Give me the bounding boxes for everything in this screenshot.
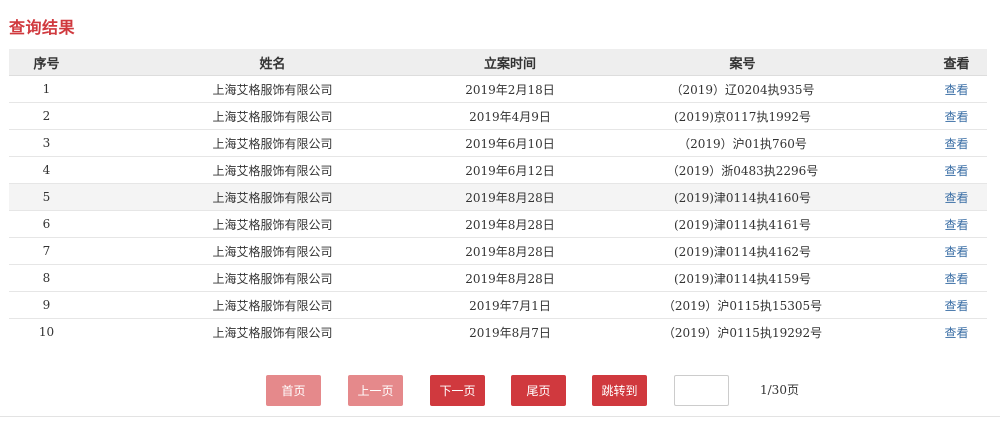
cell-view: 查看: [926, 210, 987, 238]
view-link[interactable]: 查看: [944, 245, 968, 259]
cell-name: 上海艾格服饰有限公司: [84, 210, 461, 238]
table-row: 4 上海艾格服饰有限公司 2019年6月12日 （2019）浙0483执2296…: [9, 156, 987, 184]
table-row: 2 上海艾格服饰有限公司 2019年4月9日 (2019)京0117执1992号…: [9, 102, 987, 130]
cell-index: 4: [9, 156, 84, 184]
cell-name: 上海艾格服饰有限公司: [84, 156, 461, 184]
cell-view: 查看: [926, 237, 987, 265]
view-link[interactable]: 查看: [944, 137, 968, 151]
cell-view: 查看: [926, 291, 987, 319]
cell-index: 7: [9, 237, 84, 265]
table-row: 8 上海艾格服饰有限公司 2019年8月28日 (2019)津0114执4159…: [9, 264, 987, 292]
cell-filing-date: 2019年2月18日: [461, 75, 559, 103]
cell-view: 查看: [926, 183, 987, 211]
cell-filing-date: 2019年8月28日: [461, 264, 559, 292]
cell-filing-date: 2019年8月7日: [469, 325, 551, 340]
cell-case-number: (2019)津0114执4162号: [559, 237, 926, 265]
cell-filing-date: 2019年7月1日: [461, 291, 559, 319]
table-row: 3 上海艾格服饰有限公司 2019年6月10日 （2019）沪01执760号 查…: [9, 129, 987, 157]
view-link[interactable]: 查看: [944, 164, 968, 178]
view-link[interactable]: 查看: [944, 191, 968, 205]
cell-case-number: (2019)津0114执4160号: [559, 183, 926, 211]
view-link[interactable]: 查看: [944, 110, 968, 124]
cell-index: 2: [9, 102, 84, 130]
cell-view: 查看: [926, 75, 987, 103]
cell-index: 8: [9, 264, 84, 292]
last-page-button[interactable]: 尾页: [511, 375, 566, 406]
cell-view: 查看: [926, 102, 987, 130]
header-view: 查看: [926, 49, 987, 76]
bottom-divider: [0, 416, 1000, 417]
table-row: 6 上海艾格服饰有限公司 2019年8月28日 (2019)津0114执4161…: [9, 210, 987, 238]
cell-index: 10: [38, 325, 55, 339]
cell-filing-date: 2019年6月10日: [461, 129, 559, 157]
view-link[interactable]: 查看: [944, 218, 968, 232]
header-name: 姓名: [84, 49, 461, 76]
cell-case-number: (2019)京0117执1992号: [559, 102, 926, 130]
cell-name: 上海艾格服饰有限公司: [84, 183, 461, 211]
cell-name: 上海艾格服饰有限公司: [84, 264, 461, 292]
cell-name: 上海艾格服饰有限公司: [84, 237, 461, 265]
cell-name: 上海艾格服饰有限公司: [84, 129, 461, 157]
page-info: 1/30页: [760, 383, 799, 397]
cell-name: 上海艾格服饰有限公司: [212, 325, 333, 340]
jump-button[interactable]: 跳转到: [592, 375, 647, 406]
cell-filing-date: 2019年8月28日: [461, 237, 559, 265]
view-link[interactable]: 查看: [944, 272, 968, 286]
cell-index: 3: [9, 129, 84, 157]
cell-case-number: (2019)津0114执4159号: [559, 264, 926, 292]
table-header-row: 序号 姓名 立案时间 案号 查看: [9, 49, 987, 76]
cell-index: 6: [9, 210, 84, 238]
view-link[interactable]: 查看: [944, 326, 968, 340]
first-page-button[interactable]: 首页: [266, 375, 321, 406]
cell-case-number: （2019）浙0483执2296号: [559, 156, 926, 184]
cell-view: 查看: [926, 156, 987, 184]
view-link[interactable]: 查看: [944, 83, 968, 97]
view-link[interactable]: 查看: [944, 299, 968, 313]
header-index: 序号: [9, 49, 84, 76]
table-row: 1 上海艾格服饰有限公司 2019年2月18日 （2019）辽0204执935号…: [9, 75, 987, 103]
header-filing-date: 立案时间: [461, 49, 559, 76]
cell-name: 上海艾格服饰有限公司: [84, 75, 461, 103]
table-row: 10 上海艾格服饰有限公司 2019年8月7日 （2019）沪0115执1929…: [9, 319, 987, 346]
cell-view: 查看: [926, 264, 987, 292]
page-title: 查询结果: [9, 18, 76, 37]
cell-case-number: （2019）沪0115执15305号: [559, 291, 926, 319]
cell-case-number: （2019）沪01执760号: [559, 129, 926, 157]
cell-filing-date: 2019年8月28日: [461, 210, 559, 238]
cell-index: 1: [9, 75, 84, 103]
cell-index: 5: [9, 183, 84, 211]
next-page-button[interactable]: 下一页: [430, 375, 485, 406]
cell-name: 上海艾格服饰有限公司: [84, 291, 461, 319]
table-row: 7 上海艾格服饰有限公司 2019年8月28日 (2019)津0114执4162…: [9, 237, 987, 265]
header-case-number: 案号: [559, 49, 926, 76]
table-row: 9 上海艾格服饰有限公司 2019年7月1日 （2019）沪0115执15305…: [9, 291, 987, 319]
cell-case-number: (2019)津0114执4161号: [559, 210, 926, 238]
table-row: 5 上海艾格服饰有限公司 2019年8月28日 (2019)津0114执4160…: [9, 183, 987, 211]
cell-filing-date: 2019年4月9日: [461, 102, 559, 130]
pagination: 首页 上一页 下一页 尾页 跳转到 1/30页: [0, 375, 1000, 406]
cell-index: 9: [9, 291, 84, 319]
results-table: 序号 姓名 立案时间 案号 查看 1 上海艾格服饰有限公司 2019年2月18日…: [9, 49, 987, 345]
jump-page-input[interactable]: [674, 375, 729, 406]
cell-filing-date: 2019年8月28日: [461, 183, 559, 211]
cell-name: 上海艾格服饰有限公司: [84, 102, 461, 130]
cell-view: 查看: [926, 319, 987, 346]
cell-case-number: （2019）辽0204执935号: [559, 75, 926, 103]
cell-filing-date: 2019年6月12日: [461, 156, 559, 184]
prev-page-button[interactable]: 上一页: [348, 375, 403, 406]
cell-view: 查看: [926, 129, 987, 157]
cell-case-number: （2019）沪0115执19292号: [662, 325, 823, 340]
